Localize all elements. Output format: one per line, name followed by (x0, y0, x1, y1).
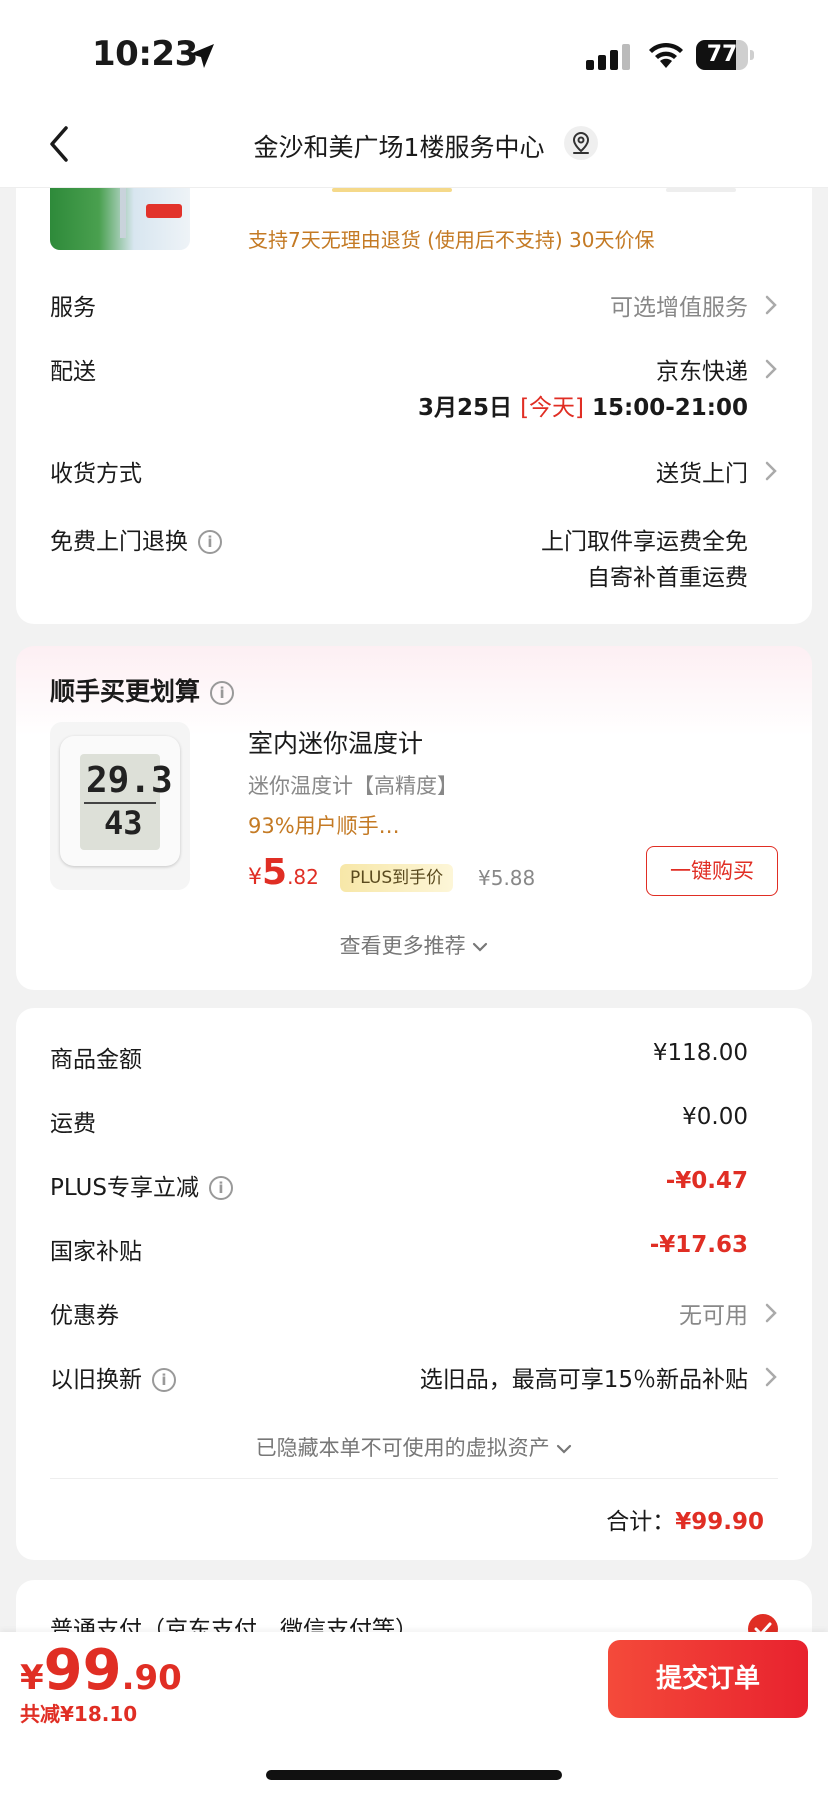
shipping-row: 运费 ¥0.00 (50, 1104, 748, 1137)
addon-product-name[interactable]: 室内迷你温度计 (248, 724, 423, 760)
page-title: 金沙和美广场1楼服务中心 (253, 133, 545, 162)
battery-level: 77 (706, 42, 738, 67)
plus-discount-row: PLUS专享立减 i -¥0.47 (50, 1168, 748, 1201)
checkout-bar: ¥99.90 共减¥18.10 提交订单 (0, 1632, 828, 1795)
product-price-stub (332, 188, 452, 192)
addon-title: 顺手买更划算 i (50, 672, 235, 708)
final-price: ¥99.90 (20, 1638, 182, 1703)
addon-product-rate: 93%用户顺手… (248, 814, 400, 838)
service-label: 服务 (50, 295, 96, 321)
service-row[interactable]: 服务 可选增值服务 (50, 288, 778, 322)
trade-in-row[interactable]: 以旧换新 i 选旧品，最高可享15％新品补贴 (50, 1360, 778, 1394)
coupon-row[interactable]: 优惠券 无可用 (50, 1296, 778, 1330)
info-icon[interactable]: i (198, 530, 222, 554)
more-recommendations[interactable]: 查看更多推荐 (16, 930, 812, 960)
info-icon[interactable]: i (152, 1368, 176, 1392)
delivery-slot: 3月25日 [今天] 15:00-21:00 (418, 395, 748, 421)
service-value: 可选增值服务 (610, 295, 748, 321)
subsidy-row: 国家补贴 -¥17.63 (50, 1232, 748, 1265)
plus-price-tag: PLUS到手价 (340, 864, 454, 892)
divider (50, 1478, 778, 1479)
cellular-signal-icon (586, 44, 630, 70)
chevron-down-icon (473, 942, 488, 952)
status-bar: 10:23 77 (0, 0, 828, 100)
free-return-line1: 上门取件享运费全免 (541, 529, 748, 555)
receive-label: 收货方式 (50, 461, 142, 487)
chevron-right-icon (765, 1303, 777, 1323)
chevron-right-icon (765, 359, 777, 379)
battery-icon: 77 (696, 40, 754, 70)
amount-card: 商品金额 ¥118.00 运费 ¥0.00 PLUS专享立减 i -¥0.47 国家补贴… (16, 1008, 812, 1560)
delivery-value: 京东快递 (656, 359, 748, 385)
location-arrow-icon (190, 44, 214, 68)
addon-card: 顺手买更划算 i 29.3 43 室内迷你温度计 迷你温度计【高精度】 93%用户… (16, 646, 812, 990)
product-qty-stub (666, 188, 736, 192)
wifi-icon (649, 42, 683, 68)
goods-amount-row: 商品金额 ¥118.00 (50, 1040, 748, 1073)
addon-product-spec: 迷你温度计【高精度】 (248, 774, 458, 798)
chevron-down-icon (557, 1444, 572, 1454)
status-time: 10:23 (92, 34, 198, 74)
chevron-right-icon (765, 295, 777, 315)
chevron-right-icon (765, 1367, 777, 1387)
nav-bar: 金沙和美广场1楼服务中心 (0, 100, 828, 188)
delivery-label: 配送 (50, 359, 96, 385)
map-pin-icon[interactable] (564, 126, 598, 160)
addon-old-price: ¥5.88 (478, 866, 536, 890)
return-policy: 支持7天无理由退货 (使用后不支持) 30天价保 (248, 228, 655, 252)
order-total: 合计：¥99.90 (606, 1509, 764, 1535)
thermometer-image[interactable]: 29.3 43 (50, 722, 190, 890)
addon-price: ¥5.82 (248, 852, 319, 893)
chevron-right-icon (765, 461, 777, 481)
free-return-row: 免费上门退换 i 上门取件享运费全免 自寄补首重运费 (50, 522, 778, 592)
total-saving: 共减¥18.10 (20, 1702, 138, 1726)
info-icon[interactable]: i (210, 681, 235, 705)
delivery-row[interactable]: 配送 京东快递 3月25日 [今天] 15:00-21:00 (50, 352, 778, 422)
product-thumbnail[interactable] (50, 188, 190, 250)
receive-value: 送货上门 (656, 461, 748, 487)
submit-order-button[interactable]: 提交订单 (608, 1640, 808, 1718)
free-return-line2: 自寄补首重运费 (587, 565, 748, 591)
order-info-card: 支持7天无理由退货 (使用后不支持) 30天价保 服务 可选增值服务 配送 京东… (16, 188, 812, 624)
home-indicator[interactable] (266, 1770, 562, 1780)
free-return-label: 免费上门退换 i (50, 522, 222, 556)
hidden-assets-toggle[interactable]: 已隐藏本单不可使用的虚拟资产 (16, 1432, 812, 1462)
one-click-buy-button[interactable]: 一键购买 (646, 846, 778, 896)
info-icon[interactable]: i (208, 1176, 233, 1200)
receive-method-row[interactable]: 收货方式 送货上门 (50, 454, 778, 488)
